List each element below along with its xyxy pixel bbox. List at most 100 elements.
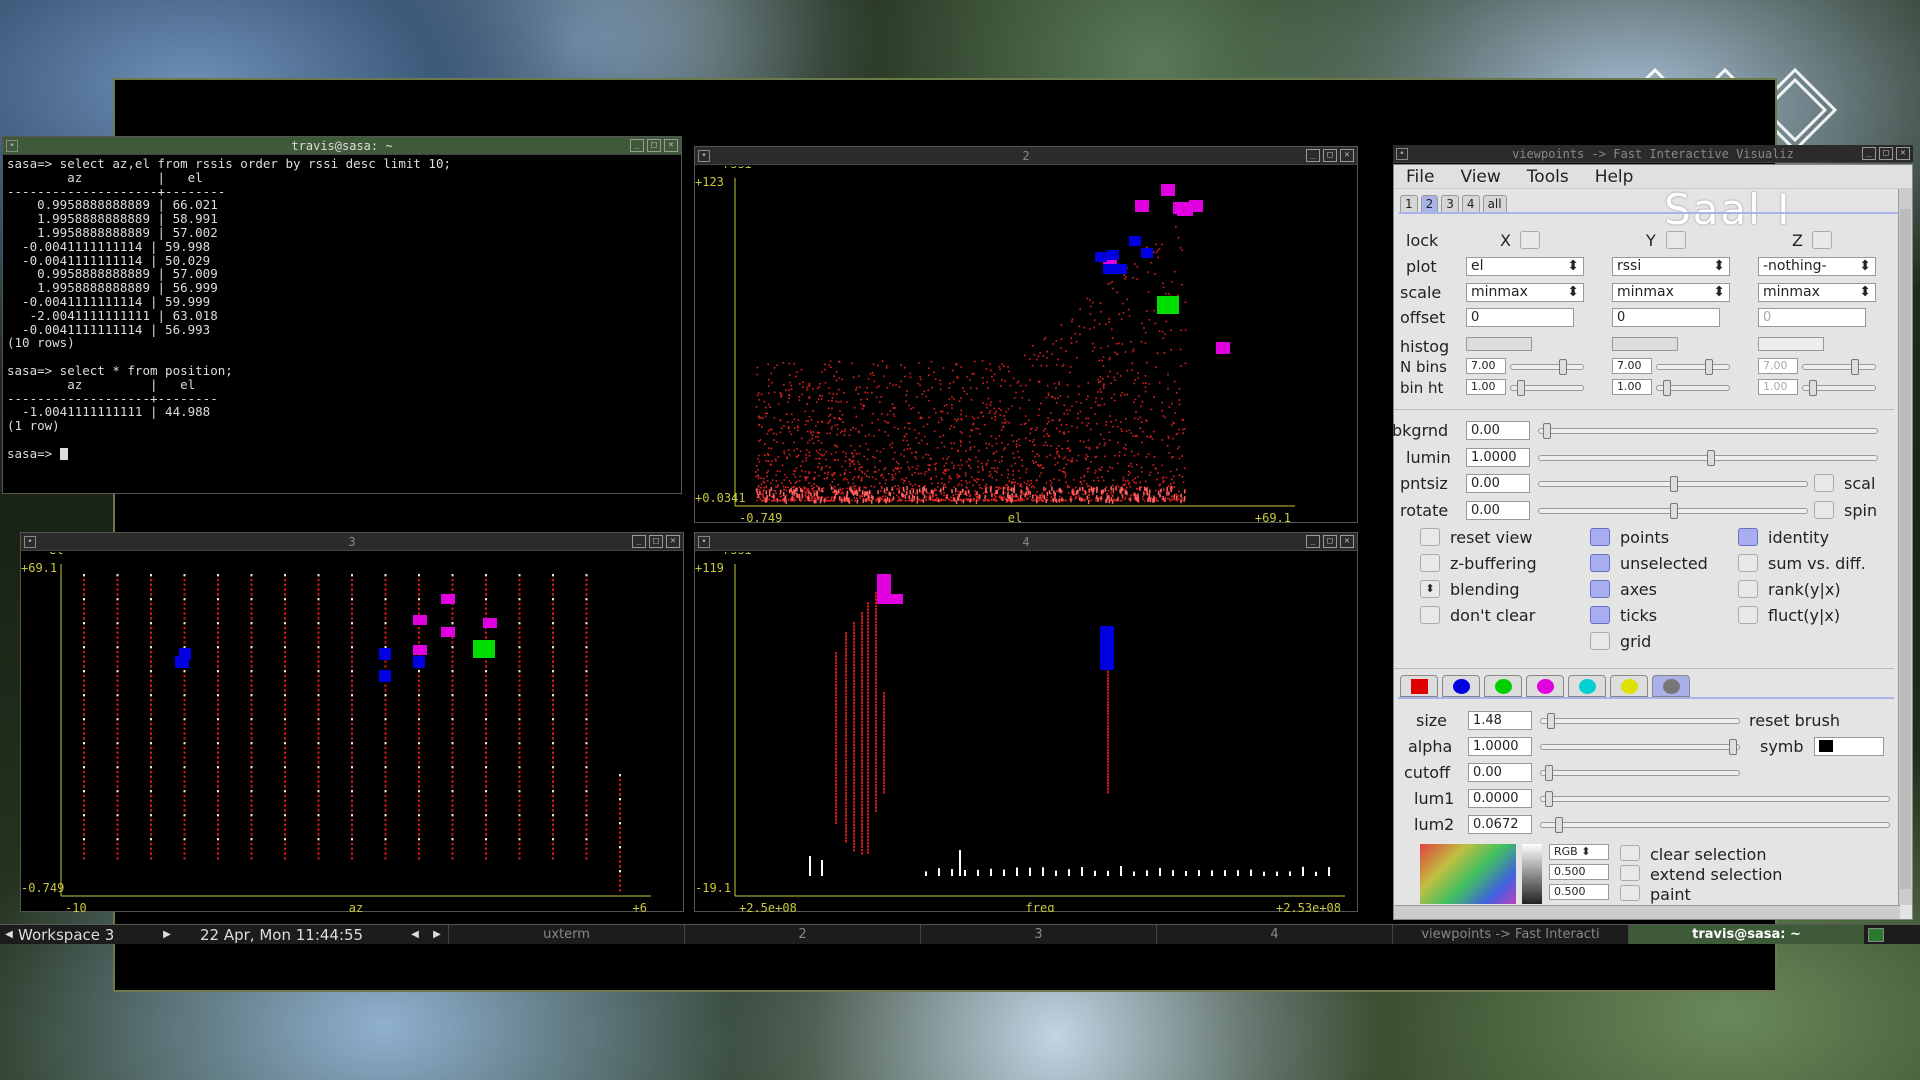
terminal-window[interactable]: • travis@sasa: ~ _ □ ✕ sasa=> select az,el…	[2, 136, 682, 494]
reset-brush-label[interactable]: reset brush	[1749, 711, 1840, 730]
paint-checkbox[interactable]	[1620, 885, 1640, 901]
workspace-prev-icon[interactable]: ◀	[0, 929, 18, 940]
plot-x-select[interactable]: el ⬍	[1466, 257, 1584, 276]
spin-checkbox[interactable]	[1814, 501, 1834, 519]
ticks-checkbox[interactable]	[1590, 606, 1610, 624]
lum1-slider[interactable]	[1540, 791, 1890, 807]
rgb-value-1[interactable]: 0.500	[1549, 864, 1609, 880]
minimize-icon[interactable]: _	[1306, 149, 1320, 162]
terminal-titlebar[interactable]: • travis@sasa: ~ _ □ ✕	[3, 137, 681, 155]
identity-checkbox[interactable]	[1738, 528, 1758, 546]
close-icon[interactable]: ✕	[666, 535, 680, 548]
binht-y-slider[interactable]	[1656, 380, 1730, 396]
brush-tab-5[interactable]	[1568, 675, 1606, 697]
maximize-icon[interactable]: □	[1879, 147, 1893, 160]
pntsiz-value[interactable]: 0.00	[1466, 474, 1530, 493]
rotate-slider[interactable]	[1538, 503, 1808, 519]
binht-x-value[interactable]: 1.00	[1466, 379, 1506, 395]
close-icon[interactable]: ✕	[1340, 535, 1354, 548]
extend-selection-checkbox[interactable]	[1620, 865, 1640, 881]
tab-2[interactable]: 2	[1420, 195, 1439, 213]
tab-all[interactable]: all	[1482, 195, 1507, 213]
horizontal-scrollbar[interactable]	[1394, 905, 1900, 919]
brush-tab-4[interactable]	[1526, 675, 1564, 697]
close-icon[interactable]: ✕	[1896, 147, 1910, 160]
clear-selection-button[interactable]	[1620, 845, 1640, 861]
menu-help[interactable]: Help	[1595, 167, 1634, 187]
rgb-value-2[interactable]: 0.500	[1549, 884, 1609, 900]
scale-y-select[interactable]: minmax ⬍	[1612, 283, 1730, 302]
plot-z-select[interactable]: -nothing- ⬍	[1758, 257, 1876, 276]
bkgrnd-value[interactable]: 0.00	[1466, 421, 1530, 440]
binht-z-slider[interactable]	[1802, 380, 1876, 396]
binht-y-value[interactable]: 1.00	[1612, 379, 1652, 395]
cutoff-value[interactable]: 0.00	[1468, 763, 1532, 782]
offset-y-spinner[interactable]: 0	[1612, 308, 1720, 327]
task-uxterm[interactable]: uxterm	[448, 925, 684, 944]
z-buffering-checkbox[interactable]	[1420, 554, 1440, 572]
histog-x-select[interactable]	[1466, 337, 1532, 351]
plot-window-4[interactable]: • 4 _□✕ rssi +119 -19.1 +2.5e+08 freq +2.53e+…	[694, 532, 1358, 912]
window-menu-icon[interactable]: •	[6, 140, 18, 152]
maximize-icon[interactable]: □	[1323, 535, 1337, 548]
plot-y-select[interactable]: rssi ⬍	[1612, 257, 1730, 276]
nbins-y-value[interactable]: 7.00	[1612, 358, 1652, 374]
grid-checkbox[interactable]	[1590, 632, 1610, 650]
close-icon[interactable]: ✕	[664, 139, 678, 152]
lum2-slider[interactable]	[1540, 817, 1890, 833]
axes-checkbox[interactable]	[1590, 580, 1610, 598]
bkgrnd-slider[interactable]	[1538, 423, 1878, 439]
lum1-value[interactable]: 0.0000	[1468, 789, 1532, 808]
plot3-titlebar[interactable]: • 3 _ □ ✕	[21, 533, 683, 551]
histog-y-select[interactable]	[1612, 337, 1678, 351]
plot4-titlebar[interactable]: • 4 _ □ ✕	[695, 533, 1357, 551]
pntsiz-slider[interactable]	[1538, 476, 1808, 492]
symbol-select[interactable]	[1814, 737, 1884, 756]
points-checkbox[interactable]	[1590, 528, 1610, 546]
lumin-slider[interactable]	[1538, 450, 1878, 466]
lumin-value[interactable]: 1.0000	[1466, 448, 1530, 467]
task-plot-3[interactable]: 3	[920, 925, 1156, 944]
nbins-y-slider[interactable]	[1656, 359, 1730, 375]
cutoff-slider[interactable]	[1540, 765, 1740, 781]
nbins-x-slider[interactable]	[1510, 359, 1584, 375]
rank-checkbox[interactable]	[1738, 580, 1758, 598]
menu-tools[interactable]: Tools	[1527, 167, 1569, 187]
nbins-z-slider[interactable]	[1802, 359, 1876, 375]
menu-file[interactable]: File	[1406, 167, 1434, 187]
minimize-icon[interactable]: _	[1862, 147, 1876, 160]
offset-x-spinner[interactable]: 0	[1466, 308, 1574, 327]
rotate-value[interactable]: 0.00	[1466, 501, 1530, 520]
brush-tab-7[interactable]	[1652, 675, 1690, 697]
minimize-icon[interactable]: _	[1306, 535, 1320, 548]
binht-z-value[interactable]: 1.00	[1758, 379, 1798, 395]
menu-view[interactable]: View	[1460, 167, 1500, 187]
window-menu-icon[interactable]: •	[698, 536, 710, 548]
maximize-icon[interactable]: □	[1323, 149, 1337, 162]
task-plot-4[interactable]: 4	[1156, 925, 1392, 944]
viewpoints-titlebar[interactable]: • viewpoints -> Fast Interactive Visuali…	[1393, 145, 1913, 163]
workspace-label[interactable]: Workspace 3	[18, 926, 158, 944]
brush-tab-6[interactable]	[1610, 675, 1648, 697]
tab-4[interactable]: 4	[1461, 195, 1480, 213]
minimize-icon[interactable]: _	[632, 535, 646, 548]
window-menu-icon[interactable]: •	[24, 536, 36, 548]
lock-z-checkbox[interactable]	[1812, 231, 1832, 249]
sum-vs-diff-checkbox[interactable]	[1738, 554, 1758, 572]
plot-window-2[interactable]: • 2 _□✕ rssi +123 +0.0341 -0.749 el +69.1	[694, 146, 1358, 523]
window-menu-icon[interactable]: •	[1396, 148, 1408, 160]
next-icon[interactable]: ▶	[426, 929, 448, 940]
lum2-value[interactable]: 0.0672	[1468, 815, 1532, 834]
plot2-canvas[interactable]: rssi +123 +0.0341 -0.749 el +69.1	[695, 166, 1359, 523]
window-menu-icon[interactable]: •	[698, 150, 710, 162]
task-terminal[interactable]: travis@sasa: ~	[1628, 925, 1864, 944]
fluct-checkbox[interactable]	[1738, 606, 1758, 624]
lock-y-checkbox[interactable]	[1666, 231, 1686, 249]
tab-1[interactable]: 1	[1400, 195, 1418, 213]
workspace-next-icon[interactable]: ▶	[158, 929, 176, 940]
scale-x-select[interactable]: minmax ⬍	[1466, 283, 1584, 302]
maximize-icon[interactable]: □	[649, 535, 663, 548]
tray-icon[interactable]	[1868, 927, 1884, 942]
task-plot-2[interactable]: 2	[684, 925, 920, 944]
color-wheel[interactable]	[1420, 844, 1516, 904]
